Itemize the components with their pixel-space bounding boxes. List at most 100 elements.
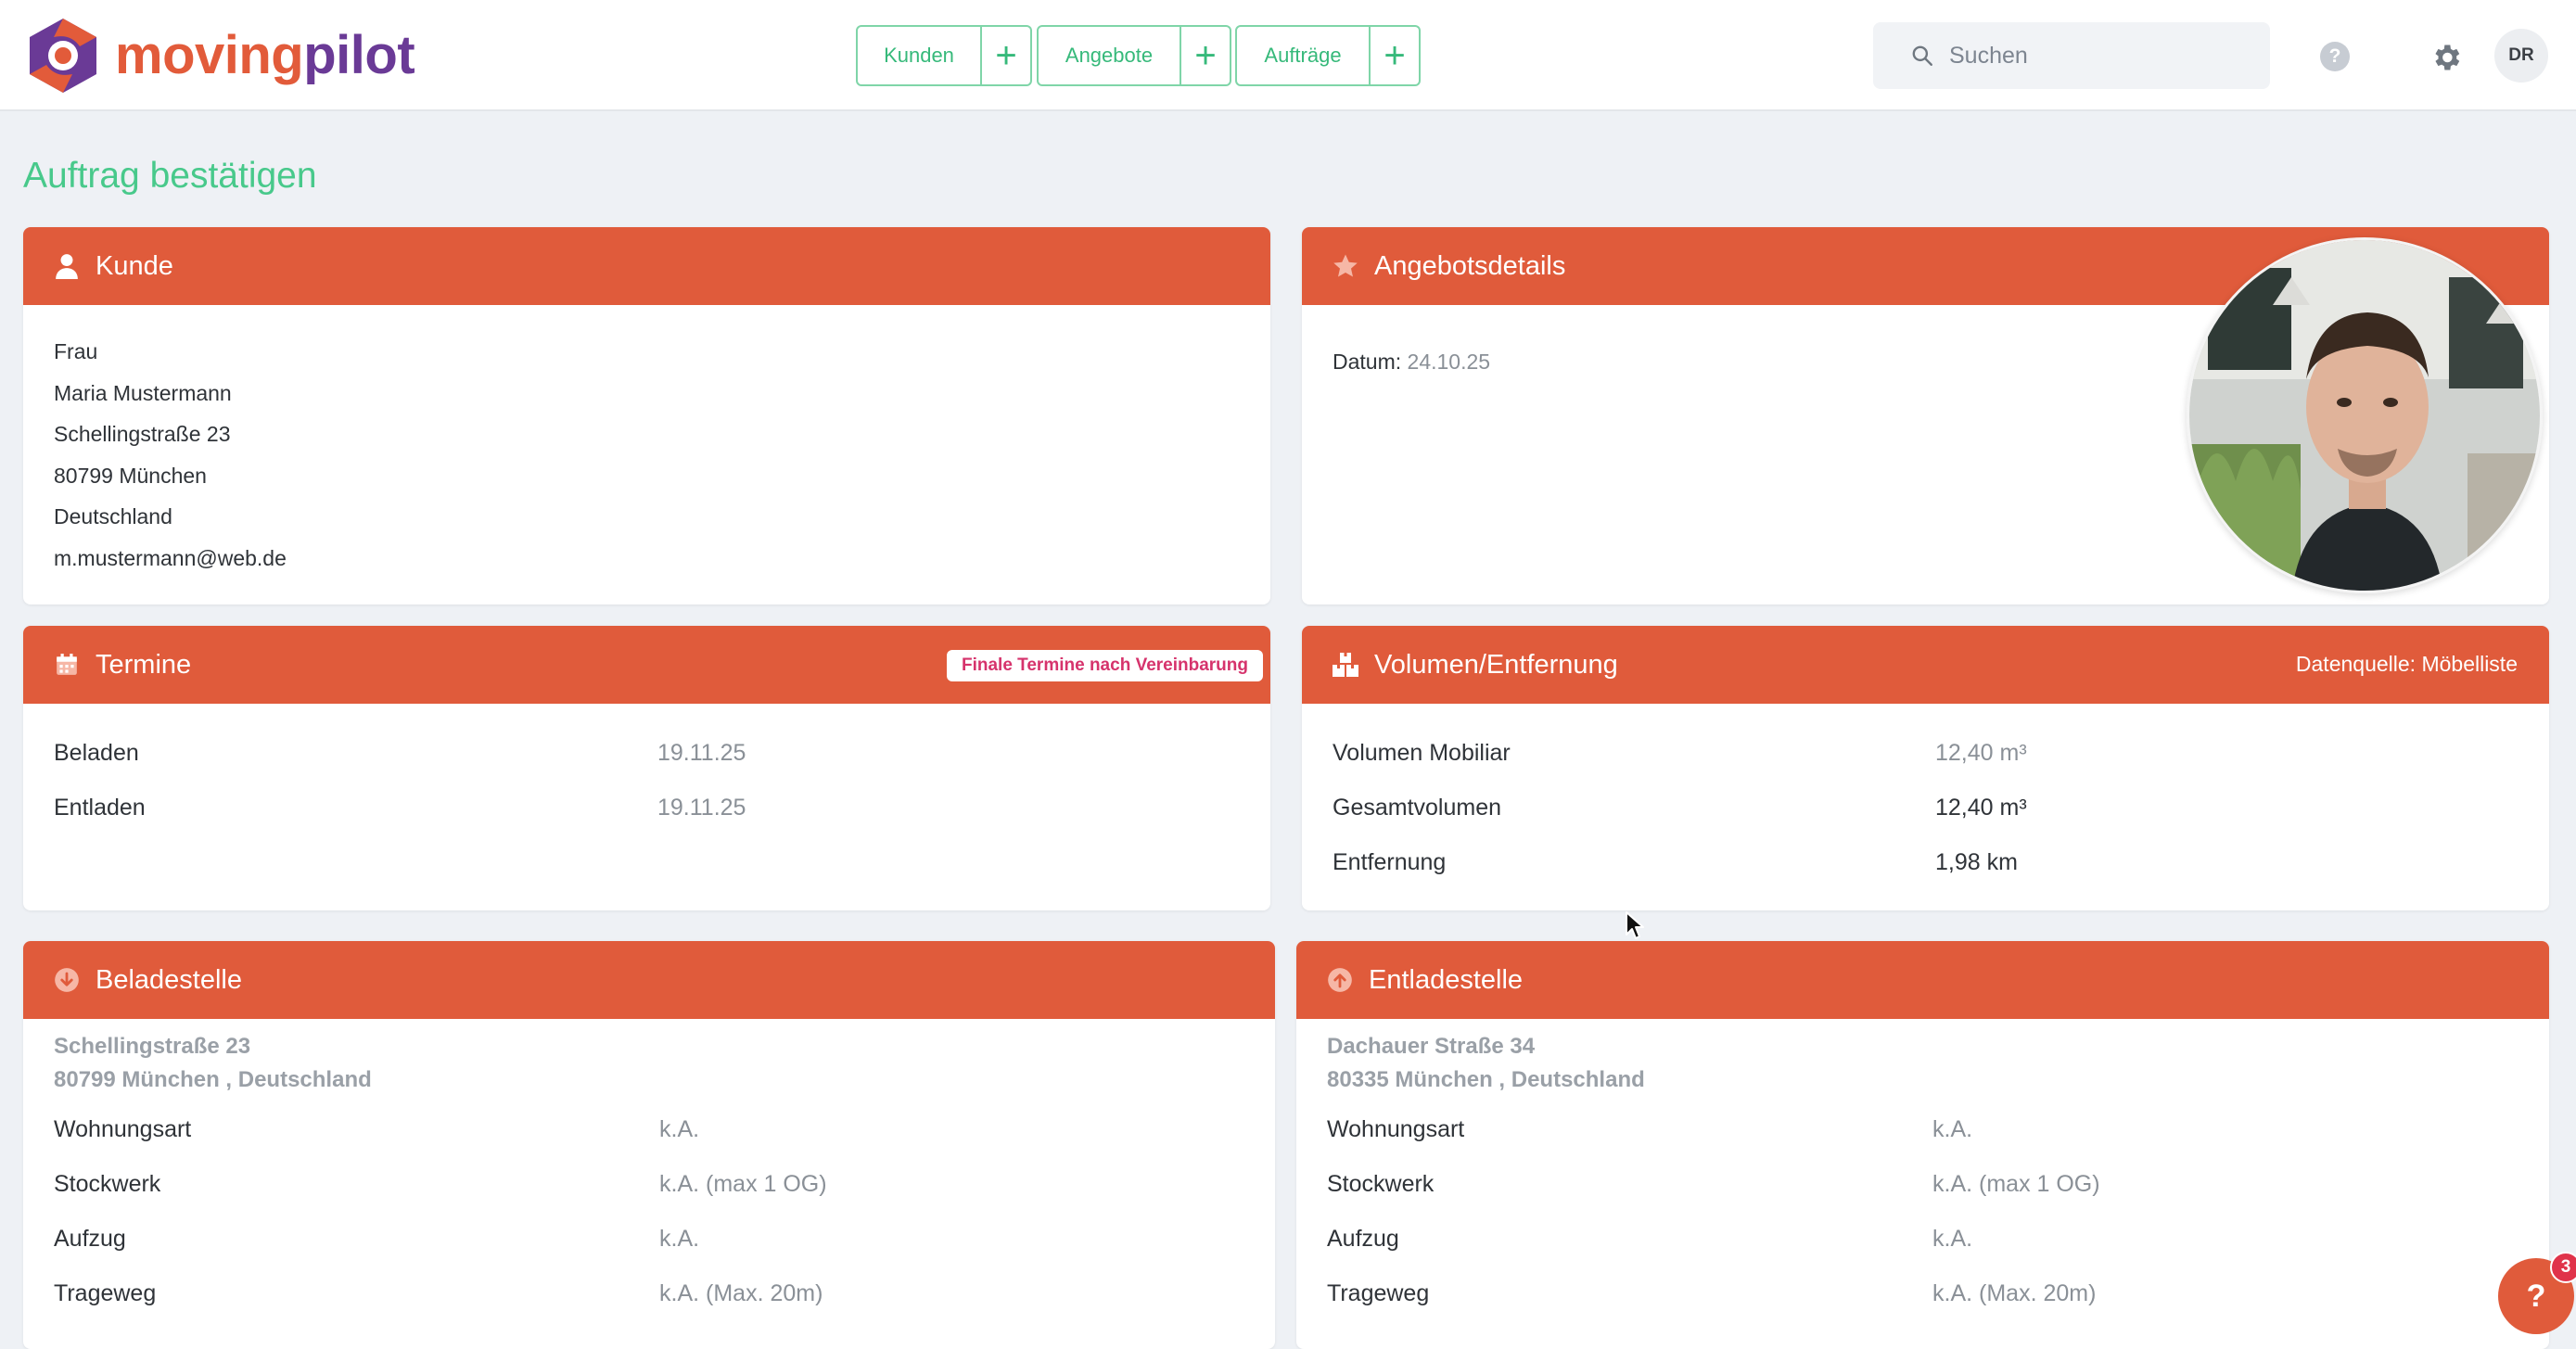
customer-card: Kunde Frau Maria Mustermann Schellingstr… (23, 227, 1270, 605)
boxes-icon (1332, 651, 1359, 679)
presenter-video[interactable] (2187, 237, 2543, 593)
search-icon (1912, 45, 1932, 66)
date-row-value: 19.11.25 (657, 740, 746, 766)
arrow-up-circle-icon (1326, 966, 1354, 994)
loading-detail-row: Aufzug k.A. (54, 1212, 1244, 1266)
search-input[interactable] (1947, 41, 2257, 70)
add-angebot-button[interactable]: + (1181, 25, 1231, 86)
mouse-cursor-icon (1626, 911, 1644, 939)
dates-card-title: Termine (96, 649, 192, 680)
top-bar: movingpilot Kunden + Angebote + Aufträge… (0, 0, 2576, 111)
volume-row: Gesamtvolumen 12,40 m³ (1333, 781, 2519, 835)
loading-street: Schellingstraße 23 (54, 1034, 251, 1059)
add-auftrag-button[interactable]: + (1371, 25, 1421, 86)
nav-angebote-button[interactable]: Angebote (1037, 25, 1181, 86)
unloading-location-card: Entladestelle Dachauer Straße 34 80335 M… (1296, 941, 2549, 1349)
customer-salutation: Frau (54, 339, 98, 363)
volume-distance-title: Volumen/Entfernung (1374, 649, 1618, 680)
offer-date-label: Datum: (1333, 350, 1402, 374)
unloading-detail-label: Trageweg (1327, 1280, 1430, 1306)
volume-row-label: Volumen Mobiliar (1333, 740, 1511, 766)
loading-detail-label: Stockwerk (54, 1171, 161, 1197)
nav-kunden-button[interactable]: Kunden (856, 25, 982, 86)
presenter-video-image (2189, 240, 2540, 591)
brand-logo[interactable]: movingpilot (26, 15, 415, 96)
customer-name: Maria Mustermann (54, 380, 232, 405)
volume-distance-header: Volumen/Entfernung Datenquelle: Möbellis… (1302, 626, 2549, 704)
data-source-label: Datenquelle: Möbelliste (2295, 652, 2518, 676)
calendar-icon (53, 651, 81, 679)
date-row-label: Entladen (54, 795, 146, 821)
date-row-label: Beladen (54, 740, 139, 766)
arrow-down-circle-icon (53, 966, 81, 994)
loading-location-header: Beladestelle (23, 941, 1275, 1019)
volume-row-label: Gesamtvolumen (1333, 795, 1502, 821)
logo-word-1: moving (115, 25, 304, 85)
unloading-detail-row: Trageweg k.A. (Max. 20m) (1327, 1266, 2519, 1321)
final-dates-badge: Finale Termine nach Vereinbarung (946, 650, 1263, 681)
logo-wordmark: movingpilot (115, 29, 415, 83)
logo-mark-icon (30, 19, 96, 93)
unloading-detail-label: Wohnungsart (1327, 1116, 1465, 1142)
unloading-detail-label: Stockwerk (1327, 1171, 1435, 1197)
logo-word-2: pilot (303, 25, 415, 85)
nav-angebote: Angebote + (1037, 25, 1231, 86)
help-icon[interactable]: ? (2320, 42, 2350, 71)
customer-card-title: Kunde (96, 250, 173, 281)
volume-row-value: 12,40 m³ (1935, 740, 2027, 766)
unloading-detail-value: k.A. (1932, 1116, 1973, 1142)
help-chat-badge: 3 (2550, 1252, 2576, 1283)
volume-row-label: Entfernung (1333, 849, 1447, 875)
unloading-detail-value: k.A. (max 1 OG) (1932, 1171, 2100, 1197)
volume-row: Entfernung 1,98 km (1333, 835, 2519, 890)
unloading-detail-value: k.A. (1932, 1226, 1973, 1252)
customer-card-header: Kunde (23, 227, 1270, 305)
loading-detail-row: Stockwerk k.A. (max 1 OG) (54, 1157, 1244, 1212)
offer-details-title: Angebotsdetails (1374, 250, 1566, 281)
customer-email[interactable]: m.mustermann@web.de (54, 538, 1240, 579)
volume-row: Volumen Mobiliar 12,40 m³ (1333, 726, 2519, 781)
unloading-detail-row: Wohnungsart k.A. (1327, 1102, 2519, 1157)
customer-city: 80799 München (54, 463, 207, 488)
date-row-entladen: Entladen 19.11.25 (54, 781, 1240, 835)
unloading-detail-row: Stockwerk k.A. (max 1 OG) (1327, 1157, 2519, 1212)
unloading-location-title: Entladestelle (1369, 964, 1524, 995)
dates-card: Termine Finale Termine nach Vereinbarung… (23, 626, 1270, 910)
user-icon (53, 252, 81, 280)
customer-country: Deutschland (54, 504, 172, 528)
customer-street: Schellingstraße 23 (54, 422, 231, 446)
loading-detail-label: Aufzug (54, 1226, 126, 1252)
nav-auftraege: Aufträge + (1235, 25, 1421, 86)
loading-city: 80799 München , Deutschland (54, 1067, 372, 1092)
date-row-value: 19.11.25 (657, 795, 746, 821)
search-box[interactable] (1873, 22, 2270, 89)
loading-detail-label: Trageweg (54, 1280, 157, 1306)
unloading-detail-label: Aufzug (1327, 1226, 1399, 1252)
volume-row-value: 1,98 km (1935, 849, 2018, 875)
loading-detail-value: k.A. (Max. 20m) (659, 1280, 823, 1306)
nav-kunden: Kunden + (856, 25, 1032, 86)
loading-detail-value: k.A. (max 1 OG) (659, 1171, 827, 1197)
loading-detail-value: k.A. (659, 1226, 700, 1252)
volume-row-value: 12,40 m³ (1935, 795, 2027, 821)
date-row-beladen: Beladen 19.11.25 (54, 726, 1240, 781)
star-icon (1332, 252, 1359, 280)
unloading-city: 80335 München , Deutschland (1327, 1067, 1645, 1092)
unloading-detail-row: Aufzug k.A. (1327, 1212, 2519, 1266)
loading-detail-label: Wohnungsart (54, 1116, 192, 1142)
unloading-detail-value: k.A. (Max. 20m) (1932, 1280, 2097, 1306)
unloading-street: Dachauer Straße 34 (1327, 1034, 1536, 1059)
page-title: Auftrag bestätigen (23, 156, 317, 196)
add-kunde-button[interactable]: + (982, 25, 1032, 86)
loading-detail-row: Trageweg k.A. (Max. 20m) (54, 1266, 1244, 1321)
gear-icon[interactable] (2429, 41, 2463, 74)
loading-location-title: Beladestelle (96, 964, 242, 995)
loading-location-card: Beladestelle Schellingstraße 23 80799 Mü… (23, 941, 1275, 1349)
loading-detail-value: k.A. (659, 1116, 700, 1142)
unloading-location-header: Entladestelle (1296, 941, 2549, 1019)
avatar[interactable]: DR (2494, 29, 2548, 83)
nav-auftraege-button[interactable]: Aufträge (1235, 25, 1371, 86)
loading-detail-row: Wohnungsart k.A. (54, 1102, 1244, 1157)
volume-distance-card: Volumen/Entfernung Datenquelle: Möbellis… (1302, 626, 2549, 910)
dates-card-header: Termine Finale Termine nach Vereinbarung (23, 626, 1270, 704)
